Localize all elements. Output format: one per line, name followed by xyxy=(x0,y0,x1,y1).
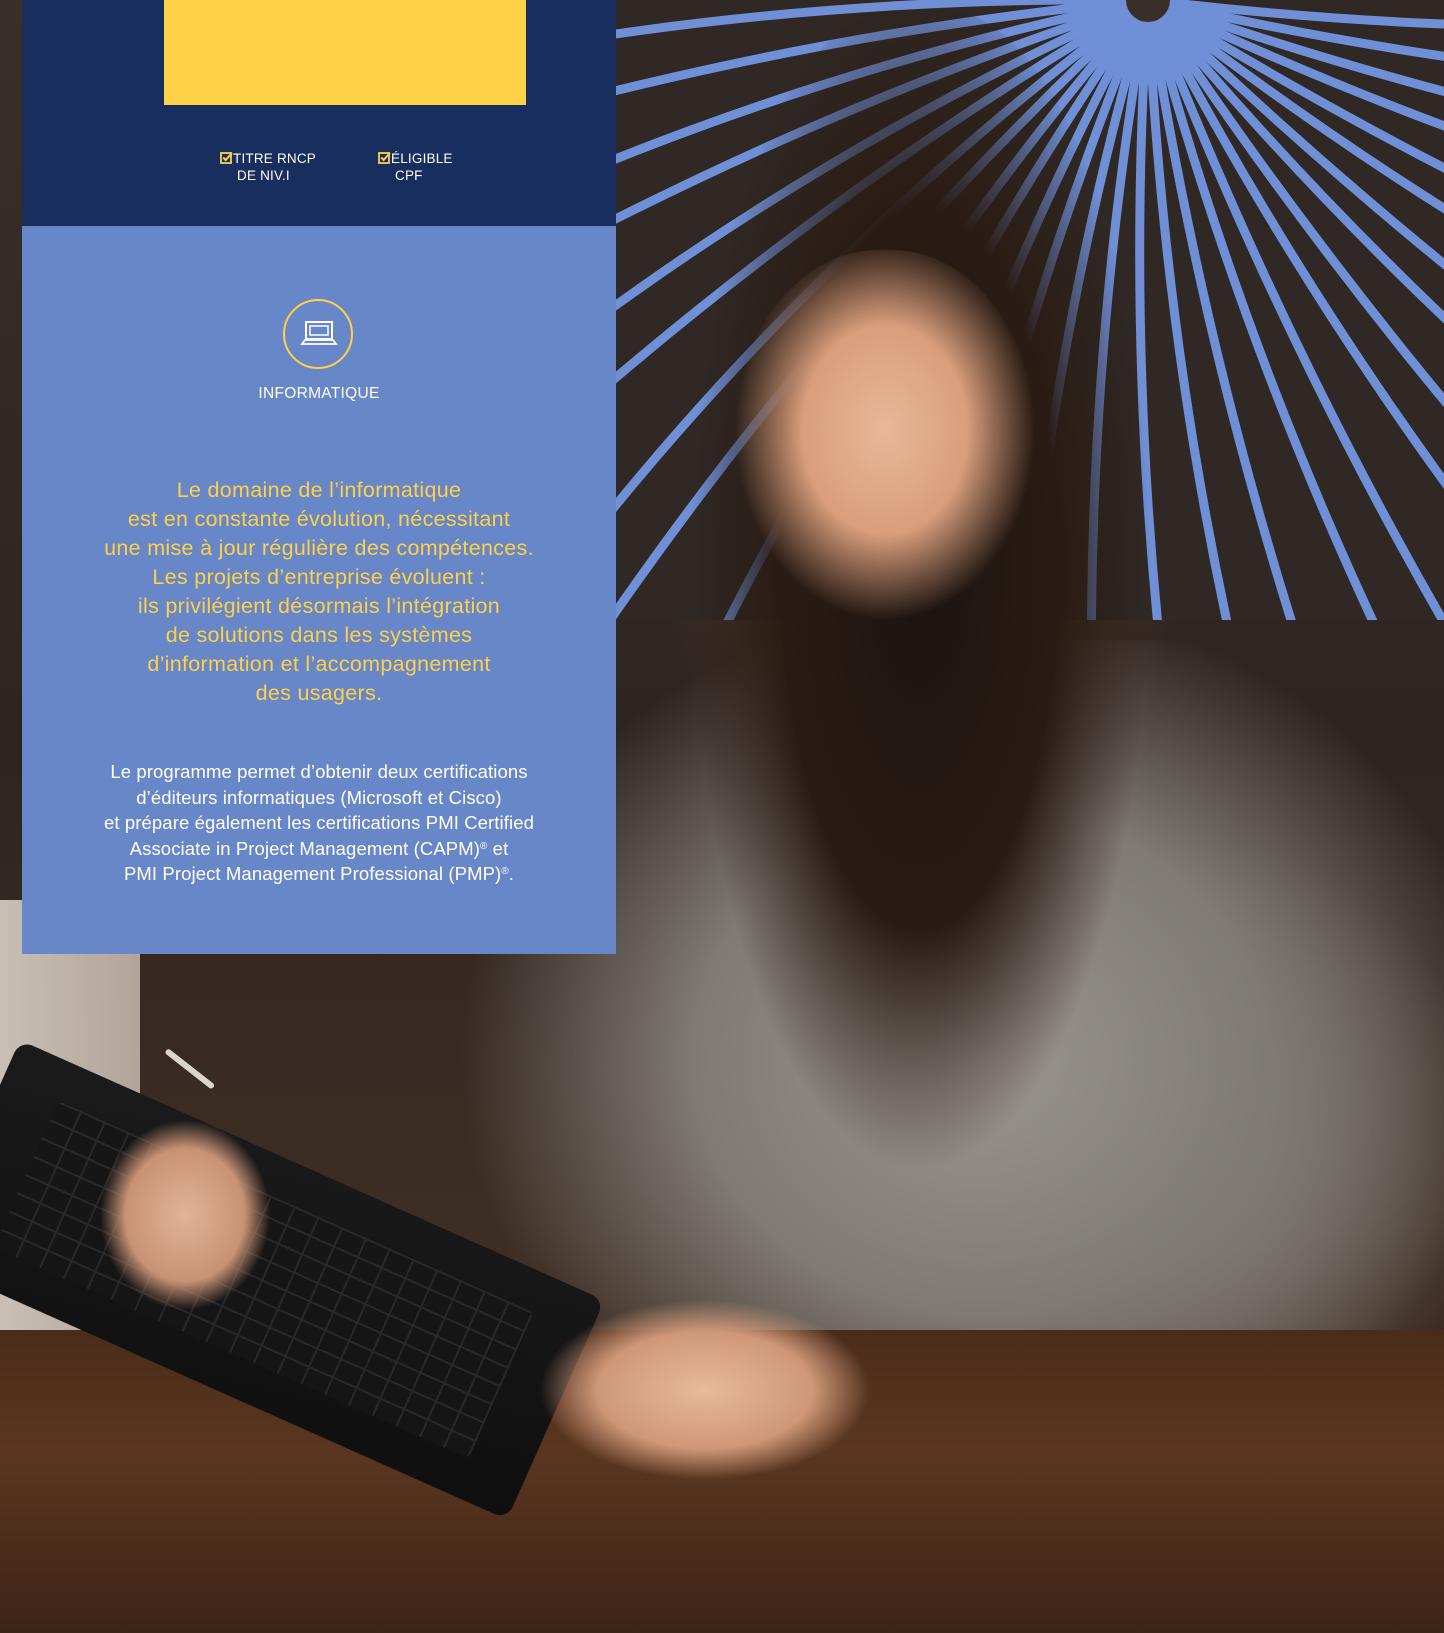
badge-rncp: TITRE RNCP DE NIV.I xyxy=(220,150,316,184)
badge-cpf-line2: CPF xyxy=(395,168,423,183)
lead-line: d’information et l’accompagnement xyxy=(147,652,491,676)
body-line: d’éditeurs informatiques (Microsoft et C… xyxy=(136,786,502,808)
lead-line: Le domaine de l’informatique xyxy=(176,478,462,502)
face xyxy=(735,250,1035,630)
category-icon-circle xyxy=(283,299,353,369)
badge-cpf: ÉLIGIBLE CPF xyxy=(378,150,453,184)
content-panel: INFORMATIQUE Le domaine de l’informatiqu… xyxy=(22,226,616,954)
lead-line: est en constante évolution, nécessitant xyxy=(127,507,511,531)
laptop-icon xyxy=(300,321,338,345)
yellow-block xyxy=(164,0,526,105)
body-text-fragment: PMI Project Management Professional (PMP… xyxy=(123,863,502,884)
body-line: Le programme permet d’obtenir deux certi… xyxy=(110,761,528,782)
body-line: Associate in Project Management (CAPM)® … xyxy=(22,836,616,862)
lead-line: Les projets d’entreprise évoluent : xyxy=(152,565,486,589)
body-text-fragment: . xyxy=(508,863,515,884)
lead-line: ils privilégient désormais l’intégration xyxy=(137,594,501,618)
lead-line: de solutions dans les systèmes xyxy=(165,623,473,647)
hair xyxy=(690,10,1150,1250)
body-text-fragment: Associate in Project Management (CAPM) xyxy=(129,837,480,859)
checkbox-checked-icon xyxy=(220,152,233,164)
header-panel: TITRE RNCP DE NIV.I ÉLIGIBLE CPF xyxy=(22,0,616,226)
right-hand xyxy=(540,1300,870,1480)
body-line: PMI Project Management Professional (PMP… xyxy=(22,861,616,887)
lead-paragraph: Le domaine de l’informatique est en cons… xyxy=(22,476,616,708)
left-hand xyxy=(100,1120,270,1310)
lead-line: une mise à jour régulière des compétence… xyxy=(104,536,534,560)
badge-rncp-line1: TITRE RNCP xyxy=(233,151,316,166)
lead-line: des usagers. xyxy=(255,681,383,705)
body-text-fragment: et xyxy=(487,837,509,859)
body-line: et prépare également les certifications … xyxy=(104,812,534,833)
category-label: INFORMATIQUE xyxy=(258,385,380,402)
body-paragraph: Le programme permet d’obtenir deux certi… xyxy=(22,759,616,887)
checkbox-checked-icon xyxy=(378,152,391,164)
badge-rncp-line2: DE NIV.I xyxy=(237,168,290,183)
registered-mark: ® xyxy=(501,866,509,877)
badge-cpf-line1: ÉLIGIBLE xyxy=(391,151,453,166)
